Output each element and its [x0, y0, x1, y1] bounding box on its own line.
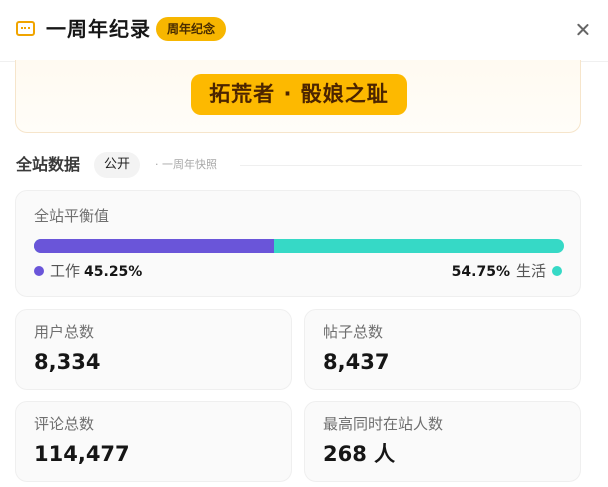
stat-value: 268 人 — [323, 442, 396, 466]
stat-label: 评论总数 — [34, 415, 95, 433]
balance-card: 全站平衡值 工作 45.25% 54.75% 生活 — [15, 190, 581, 297]
stat-card-users: 用户总数 8,334 — [15, 309, 292, 390]
stat-card-posts: 帖子总数 8,437 — [304, 309, 581, 390]
stat-card-comments: 评论总数 114,477 — [15, 401, 292, 482]
stat-value: 8,437 — [323, 350, 390, 374]
life-percent: 54.75% — [451, 264, 510, 280]
balance-bar-work-fill — [34, 239, 274, 253]
life-dot-icon — [552, 265, 562, 276]
work-legend: 工作 45.25% — [34, 261, 142, 281]
life-label: 生活 — [515, 262, 546, 280]
work-dot-icon — [34, 265, 44, 276]
anniversary-badge: 周年纪念 — [156, 17, 227, 41]
stat-value: 114,477 — [34, 442, 130, 466]
section-divider — [240, 165, 582, 166]
ticket-icon — [16, 21, 35, 36]
balance-bar — [34, 239, 564, 253]
stat-label: 最高同时在站人数 — [323, 415, 444, 433]
dialog-title: 一周年纪录 — [46, 17, 151, 41]
stat-label: 用户总数 — [34, 323, 95, 341]
stat-card-peak-online: 最高同时在站人数 268 人 — [304, 401, 581, 482]
title-banner: 拓荒者 · 骰娘之耻 — [15, 60, 581, 133]
public-tag: 公开 — [94, 152, 141, 178]
section-title: 全站数据 — [16, 155, 81, 174]
snapshot-note: · 一周年快照 — [155, 158, 217, 171]
work-percent: 45.25% — [84, 264, 143, 280]
close-icon[interactable] — [572, 19, 594, 41]
life-legend: 54.75% 生活 — [452, 261, 562, 281]
section-header: 全站数据 公开 · 一周年快照 — [16, 150, 582, 180]
dialog-header: 一周年纪录 周年纪念 — [0, 0, 608, 62]
stat-label: 帖子总数 — [323, 323, 384, 341]
work-label: 工作 — [50, 262, 81, 280]
stat-value: 8,334 — [34, 350, 101, 374]
user-title-pill: 拓荒者 · 骰娘之耻 — [191, 74, 407, 115]
balance-label: 全站平衡值 — [34, 207, 110, 225]
